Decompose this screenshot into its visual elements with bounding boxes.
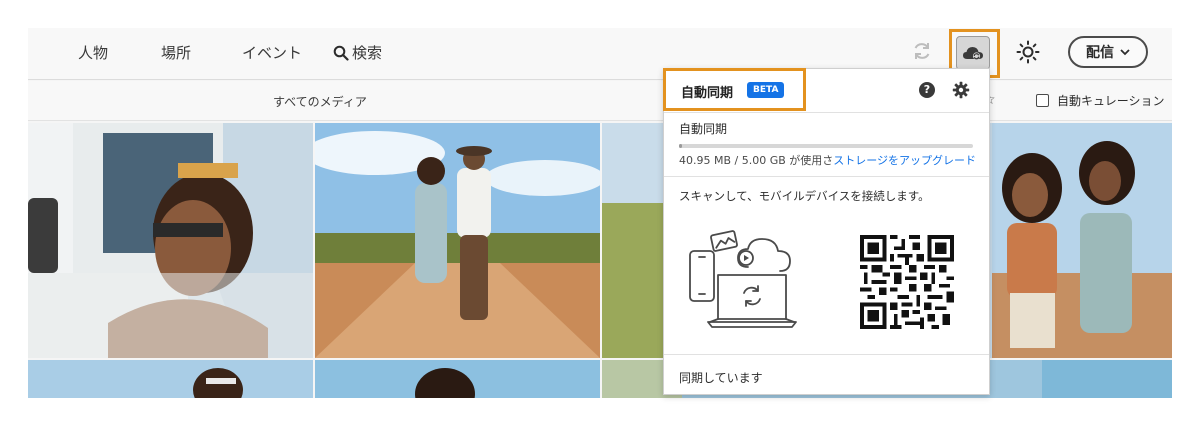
scan-instruction: スキャンして、モバイルデバイスを接続します。 xyxy=(679,189,930,203)
section-label: 自動同期 xyxy=(679,122,728,136)
share-button[interactable]: 配信 xyxy=(1068,36,1148,68)
photo-row2-b xyxy=(315,360,600,398)
all-media-label[interactable]: すべてのメディア xyxy=(273,93,367,110)
auto-curation-checkbox[interactable] xyxy=(1036,94,1049,107)
auto-curation-label: 自動キュレーション xyxy=(1057,94,1165,108)
sync-status-text: 同期しています xyxy=(679,371,763,385)
photo-thumbnail[interactable] xyxy=(315,360,600,398)
search-label: 検索 xyxy=(352,44,383,62)
auto-sync-popover: 自動同期 BETA ? 自動同期 40.95 MB / 5.00 GB が使用さ… xyxy=(663,68,990,395)
nav-search[interactable]: 検索 xyxy=(333,42,382,63)
nav-people[interactable]: 人物 xyxy=(78,42,108,63)
refresh-icon[interactable] xyxy=(911,40,933,62)
auto-curation-toggle[interactable]: 自動キュレーション xyxy=(1036,92,1165,109)
photo-couple-dirt-road xyxy=(315,123,600,358)
share-label: 配信 xyxy=(1086,45,1114,61)
divider xyxy=(664,176,989,177)
device-sync-illustration xyxy=(689,230,797,328)
storage-progress-bar xyxy=(679,144,973,148)
divider xyxy=(664,354,989,355)
title-highlight xyxy=(663,68,806,111)
chevron-down-icon xyxy=(1120,48,1130,55)
sun-icon[interactable] xyxy=(1016,40,1040,64)
photo-woman-in-car xyxy=(28,123,313,358)
nav-events[interactable]: イベント xyxy=(242,42,302,63)
photo-row2-a xyxy=(28,360,313,398)
app-window: 人物 場所 イベント 検索 配信 すべてのメディア 自動キュレーション xyxy=(28,28,1172,398)
photo-thumbnail[interactable] xyxy=(28,123,313,358)
storage-usage: 40.95 MB / 5.00 GB が使用さストレージをアップグレード xyxy=(679,152,976,168)
filter-bar: すべてのメディア ☆ 自動キュレーション xyxy=(28,81,1172,121)
nav-places[interactable]: 場所 xyxy=(161,42,191,63)
photo-thumbnail[interactable] xyxy=(315,123,600,358)
top-nav-bar: 人物 場所 イベント 検索 配信 xyxy=(28,28,1172,80)
upgrade-storage-link[interactable]: ストレージをアップグレード xyxy=(833,154,976,167)
search-icon xyxy=(333,45,349,61)
gear-icon[interactable] xyxy=(952,81,970,99)
help-icon[interactable]: ? xyxy=(919,82,935,98)
qr-code xyxy=(860,235,954,329)
storage-used-text: 40.95 MB / 5.00 GB が使用さ xyxy=(679,154,834,167)
popover-header: 自動同期 BETA ? xyxy=(663,68,989,113)
photo-thumbnail[interactable] xyxy=(28,360,313,398)
storage-progress-fill xyxy=(679,144,682,148)
